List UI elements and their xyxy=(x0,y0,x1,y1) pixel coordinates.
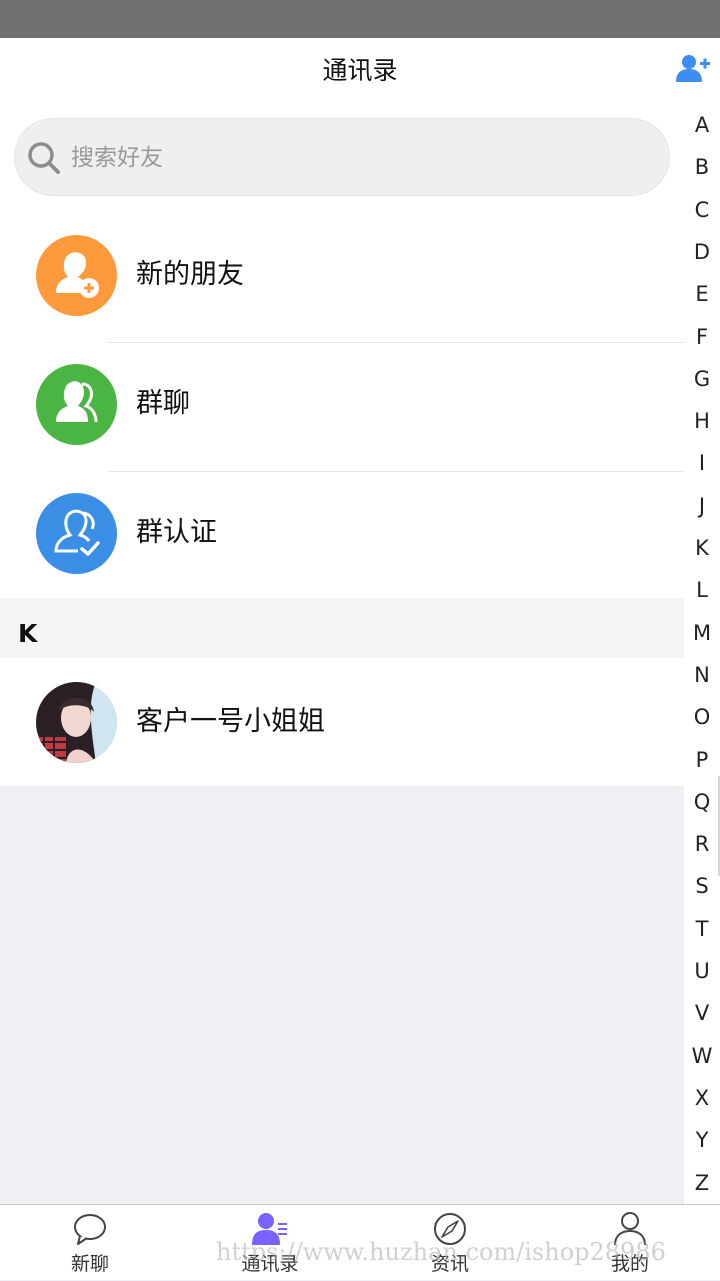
contact-list: 客户一号小姐姐 xyxy=(0,658,684,786)
group-verify-icon xyxy=(36,493,117,574)
function-menu: 新的朋友 群聊 群认证 xyxy=(0,214,684,601)
index-letter-c[interactable]: C xyxy=(684,195,720,225)
menu-item-label: 群认证 xyxy=(136,517,217,548)
group-chat-icon xyxy=(36,364,117,445)
index-letter-h[interactable]: H xyxy=(684,406,720,436)
index-letter-m[interactable]: M xyxy=(684,618,720,648)
index-letter-u[interactable]: U xyxy=(684,956,720,986)
menu-item-group-chat[interactable]: 群聊 xyxy=(0,343,684,472)
search-box[interactable] xyxy=(14,118,670,197)
search-icon xyxy=(28,142,60,174)
index-letter-o[interactable]: O xyxy=(684,702,720,732)
add-user-icon xyxy=(676,55,710,82)
index-letter-i[interactable]: I xyxy=(684,448,720,478)
index-letter-a[interactable]: A xyxy=(684,110,720,140)
bottom-tab-bar: 新聊 通讯录 资讯 我的 xyxy=(0,1204,720,1280)
index-letter-r[interactable]: R xyxy=(684,829,720,859)
tab-label: 新聊 xyxy=(70,1253,109,1275)
index-letter-d[interactable]: D xyxy=(684,237,720,267)
tab-chat[interactable]: 新聊 xyxy=(0,1205,180,1281)
index-letter-w[interactable]: W xyxy=(684,1041,720,1071)
search-area xyxy=(0,104,684,214)
header: 通讯录 xyxy=(0,38,720,104)
profile-icon xyxy=(614,1212,646,1246)
index-letter-t[interactable]: T xyxy=(684,914,720,944)
tab-contacts[interactable]: 通讯录 xyxy=(180,1205,360,1281)
index-letter-k[interactable]: K xyxy=(684,533,720,563)
index-letter-x[interactable]: X xyxy=(684,1083,720,1113)
index-letter-n[interactable]: N xyxy=(684,660,720,690)
page-title: 通讯录 xyxy=(322,56,398,85)
index-letter-p[interactable]: P xyxy=(684,745,720,775)
index-letter-q[interactable]: Q xyxy=(684,787,720,817)
contacts-icon xyxy=(252,1213,287,1245)
tab-label: 资讯 xyxy=(430,1253,469,1275)
index-letter-e[interactable]: E xyxy=(684,279,720,309)
compass-icon xyxy=(434,1213,466,1245)
tab-news[interactable]: 资讯 xyxy=(360,1205,540,1281)
user-avatar-photo xyxy=(36,682,117,763)
menu-item-label: 群聊 xyxy=(136,388,190,419)
index-letter-b[interactable]: B xyxy=(684,152,720,182)
contact-name: 客户一号小姐姐 xyxy=(136,706,325,737)
index-letter-f[interactable]: F xyxy=(684,322,720,352)
menu-item-label: 新的朋友 xyxy=(136,259,244,290)
index-letter-y[interactable]: Y xyxy=(684,1125,720,1155)
tab-profile[interactable]: 我的 xyxy=(540,1205,720,1281)
index-letter-z[interactable]: Z xyxy=(684,1168,720,1198)
search-input[interactable] xyxy=(69,119,633,197)
tab-label: 我的 xyxy=(610,1253,649,1275)
chat-bubble-icon xyxy=(74,1214,106,1245)
add-friend-button[interactable] xyxy=(676,54,710,84)
index-letter-l[interactable]: L xyxy=(684,575,720,605)
menu-item-new-friends[interactable]: 新的朋友 xyxy=(0,214,684,343)
contacts-content: 新的朋友 群聊 群认证 xyxy=(0,104,684,1204)
index-letter-j[interactable]: J xyxy=(684,491,720,521)
index-letter-g[interactable]: G xyxy=(684,364,720,394)
alphabet-index-bar[interactable]: ABCDEFGHIJKLMNOPQRSTUVWXYZ xyxy=(684,104,720,1204)
menu-item-group-verify[interactable]: 群认证 xyxy=(0,472,684,601)
contact-item[interactable]: 客户一号小姐姐 xyxy=(0,658,684,786)
status-bar xyxy=(0,0,720,38)
tab-label: 通讯录 xyxy=(241,1253,299,1275)
index-letter-s[interactable]: S xyxy=(684,871,720,901)
section-header: K xyxy=(0,598,684,658)
new-friend-icon xyxy=(36,235,117,316)
index-letter-v[interactable]: V xyxy=(684,998,720,1028)
